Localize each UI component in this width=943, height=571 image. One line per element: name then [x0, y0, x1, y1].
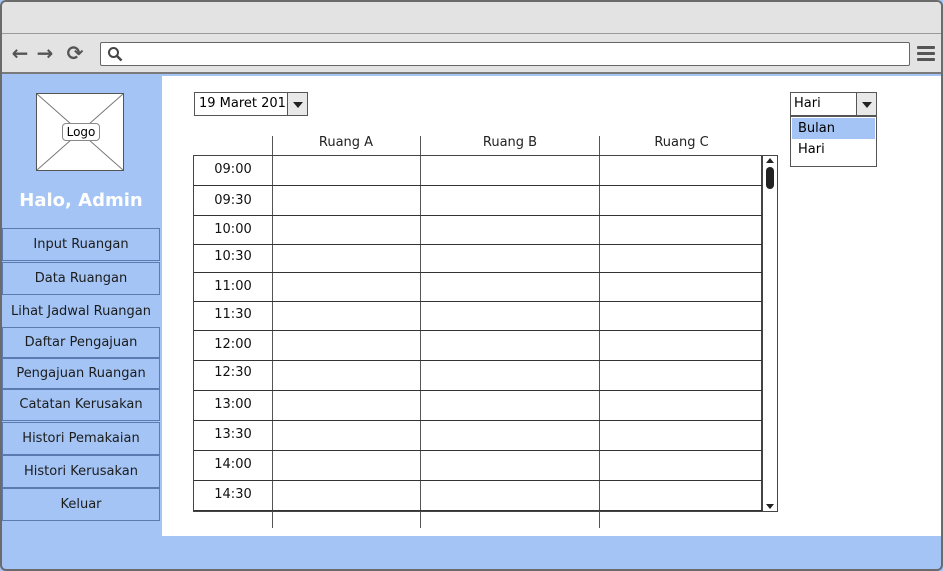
table-row[interactable]: 12:00 — [194, 331, 762, 361]
sidebar-item-label: Histori Kerusakan — [23, 464, 138, 479]
sidebar-item-label: Histori Pemakaian — [22, 431, 140, 446]
time-label: 12:30 — [214, 365, 252, 380]
time-label: 13:00 — [214, 397, 252, 412]
time-label: 11:30 — [214, 307, 252, 322]
main-content: 19 Maret 2018 Hari Bulan Hari Ruang A Ru… — [162, 76, 941, 536]
sidebar-item-daftar-pengajuan[interactable]: Daftar Pengajuan — [2, 327, 160, 358]
arrow-left-icon[interactable]: ← — [10, 43, 30, 63]
column-header-ruang-b: Ruang B — [482, 135, 538, 150]
column-header-ruang-c: Ruang C — [654, 135, 709, 150]
column-header-ruang-a: Ruang A — [318, 135, 374, 150]
time-label: 13:30 — [214, 427, 252, 442]
view-option-hari[interactable]: Hari — [792, 139, 875, 160]
table-row[interactable]: 11:00 — [194, 273, 762, 302]
logo-placeholder: Logo — [36, 93, 124, 171]
scroll-thumb[interactable] — [766, 167, 774, 189]
sidebar-item-label: Daftar Pengajuan — [24, 335, 138, 350]
sidebar-item-data-ruangan[interactable]: Data Ruangan — [2, 262, 160, 295]
sidebar-item-label: Catatan Kerusakan — [19, 397, 143, 412]
table-row[interactable]: 11:30 — [194, 302, 762, 331]
sidebar-item-catatan-kerusakan[interactable]: Catatan Kerusakan — [2, 389, 160, 421]
table-row[interactable]: 09:30 — [194, 186, 762, 216]
sidebar-item-histori-kerusakan[interactable]: Histori Kerusakan — [2, 455, 160, 488]
time-label: 11:00 — [214, 279, 252, 294]
view-mode-value: Hari — [794, 96, 821, 111]
address-bar[interactable] — [100, 42, 910, 66]
time-label: 09:00 — [214, 162, 252, 177]
sidebar-item-pengajuan-ruangan[interactable]: Pengajuan Ruangan — [2, 358, 160, 389]
table-row[interactable]: 12:30 — [194, 361, 762, 391]
table-row[interactable]: 09:00 — [194, 156, 762, 186]
sidebar-item-input-ruangan[interactable]: Input Ruangan — [2, 228, 160, 261]
time-label: 14:00 — [214, 457, 252, 472]
scroll-up-icon[interactable] — [766, 158, 774, 163]
time-label: 12:00 — [214, 337, 252, 352]
hamburger-menu-icon[interactable] — [917, 46, 935, 62]
view-option-bulan[interactable]: Bulan — [792, 118, 875, 139]
url-input[interactable] — [129, 45, 899, 63]
vertical-scrollbar[interactable] — [762, 155, 778, 512]
sidebar-item-lihat-jadwal-ruangan[interactable]: Lihat Jadwal Ruangan — [2, 296, 160, 327]
search-icon — [108, 47, 123, 62]
sidebar: Logo Halo, Admin Input Ruangan Data Ruan… — [2, 76, 162, 536]
table-row[interactable]: 14:30 — [194, 481, 762, 511]
sidebar-item-label: Input Ruangan — [33, 237, 129, 252]
sidebar-item-label: Lihat Jadwal Ruangan — [10, 304, 152, 319]
time-label: 09:30 — [214, 193, 252, 208]
reload-icon[interactable]: ⟳ — [65, 43, 85, 63]
chevron-down-icon[interactable] — [856, 93, 876, 115]
table-row[interactable]: 13:30 — [194, 421, 762, 451]
sidebar-item-label: Keluar — [60, 497, 102, 512]
date-value: 19 Maret 2018 — [199, 96, 295, 111]
schedule-grid: 09:00 09:30 10:00 10:30 11:00 11:30 12:0… — [193, 155, 762, 512]
browser-toolbar: ← → ⟳ — [2, 34, 941, 74]
table-row[interactable]: 10:30 — [194, 245, 762, 273]
sidebar-item-label: Pengajuan Ruangan — [16, 366, 146, 381]
table-row[interactable]: 13:00 — [194, 391, 762, 421]
logo-label: Logo — [62, 123, 100, 141]
table-row[interactable]: 14:00 — [194, 451, 762, 481]
time-label: 14:30 — [214, 487, 252, 502]
time-label: 10:30 — [214, 249, 252, 264]
time-label: 10:00 — [214, 222, 252, 237]
sidebar-item-keluar[interactable]: Keluar — [2, 488, 160, 521]
date-picker[interactable]: 19 Maret 2018 — [194, 92, 308, 116]
title-bar — [2, 2, 941, 34]
view-mode-select[interactable]: Hari — [790, 92, 877, 116]
chevron-down-icon[interactable] — [287, 93, 307, 115]
sidebar-item-histori-pemakaian[interactable]: Histori Pemakaian — [2, 422, 160, 455]
scroll-down-icon[interactable] — [766, 504, 774, 509]
view-mode-options: Bulan Hari — [790, 116, 877, 167]
browser-window: ← → ⟳ Logo Halo, Admin Input Ruangan Dat… — [0, 0, 943, 571]
sidebar-item-label: Data Ruangan — [34, 271, 128, 286]
table-row[interactable]: 10:00 — [194, 216, 762, 245]
greeting: Halo, Admin — [19, 190, 143, 211]
arrow-right-icon[interactable]: → — [35, 43, 55, 63]
